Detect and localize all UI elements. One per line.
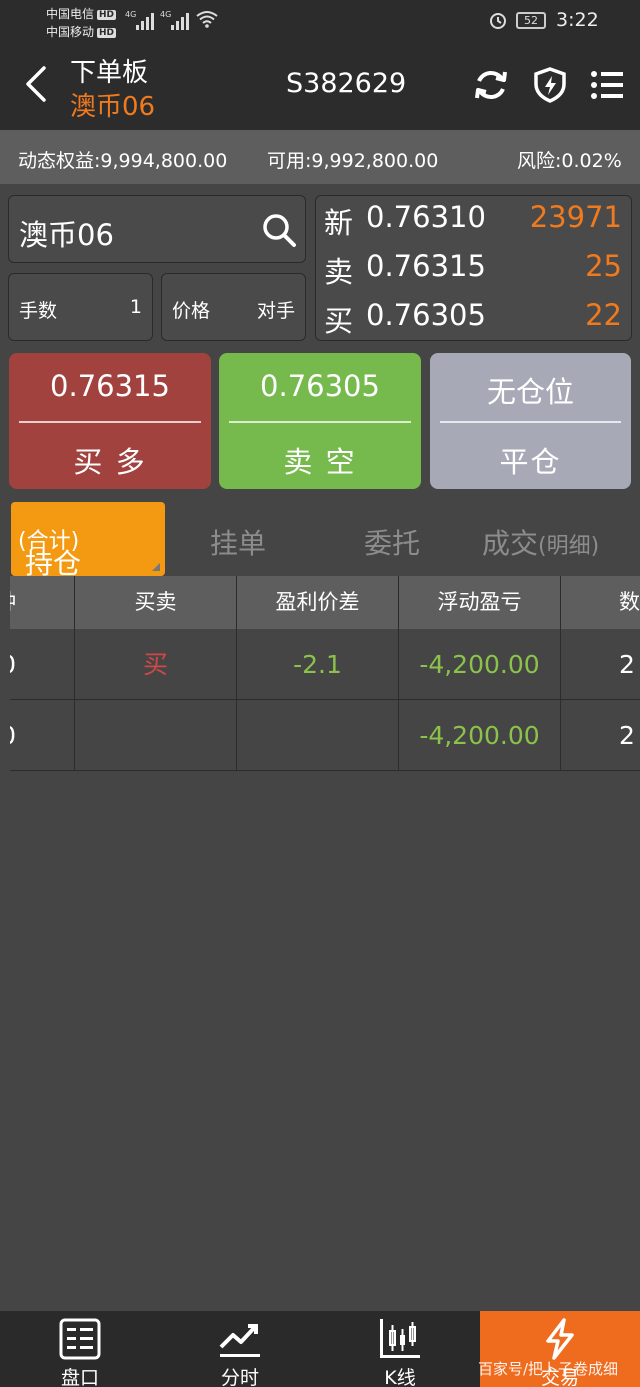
col-header: 种 <box>10 576 75 629</box>
network-type-2: 4G <box>160 10 172 19</box>
divider <box>229 421 411 423</box>
buy-label: 买 多 <box>73 445 147 479</box>
account-id: S382629 <box>286 68 407 99</box>
carrier-1: 中国电信 HD <box>46 7 117 21</box>
chevron-left-icon <box>26 66 46 102</box>
wifi-icon <box>196 10 218 33</box>
quote-ask: 卖 0.76315 25 <box>324 249 622 289</box>
sell-price: 0.76305 <box>260 369 380 403</box>
position-status: 无仓位 <box>486 375 574 409</box>
quote-panel: 新 0.76310 23971 卖 0.76315 25 买 0.76305 2… <box>315 195 632 341</box>
col-header: 浮动盈亏 <box>399 576 561 629</box>
symbol-name: 澳币06 <box>19 218 114 252</box>
order-book-icon <box>59 1318 101 1360</box>
sell-label: 卖 空 <box>283 445 357 479</box>
col-header: 数 <box>619 590 640 614</box>
refresh-button[interactable] <box>472 66 510 104</box>
buy-price: 0.76315 <box>50 369 170 403</box>
close-position-button[interactable]: 无仓位 平仓 <box>430 353 631 489</box>
page-title: 下单板 <box>70 58 149 88</box>
quantity-label: 手数 <box>19 300 58 322</box>
battery-indicator: 52 <box>516 12 546 29</box>
lightning-icon <box>546 1318 574 1360</box>
signal-icon <box>136 12 154 30</box>
risk-ratio: 风险:0.02% <box>517 150 622 172</box>
price-value: 对手 <box>256 300 295 322</box>
line-chart-icon <box>219 1324 260 1357</box>
network-type-1: 4G <box>125 10 137 19</box>
nav-timeshare[interactable]: 分时 <box>160 1311 320 1387</box>
menu-button[interactable] <box>588 66 626 104</box>
col-header: 盈利价差 <box>237 576 399 629</box>
table-row[interactable]: 0 买 -2.1 -4,200.00 2 <box>10 629 640 700</box>
carrier-2: 中国移动 HD <box>46 25 117 39</box>
clock: 3:22 <box>556 9 599 31</box>
quantity-value: 1 <box>129 296 142 318</box>
dropdown-corner-icon <box>152 563 160 571</box>
available-funds: 可用:9,992,800.00 <box>267 150 439 172</box>
search-icon[interactable] <box>261 212 297 248</box>
refresh-icon <box>475 71 507 99</box>
watermark: 百家号/把卜子卷成细 <box>478 1360 619 1378</box>
divider <box>440 421 621 423</box>
positions-table: 种 买卖 盈利价差 浮动盈亏 数 0 买 -2.1 -4,200.00 2 0 … <box>10 576 640 772</box>
table-header: 种 买卖 盈利价差 浮动盈亏 数 <box>10 576 640 629</box>
shield-button[interactable] <box>531 66 569 104</box>
table-row[interactable]: 0 -4,200.00 2 <box>10 700 640 771</box>
price-label: 价格 <box>172 300 211 322</box>
buy-long-button[interactable]: 0.76315 买 多 <box>9 353 211 489</box>
status-bar: 中国电信 HD 中国移动 HD 4G 4G 52 3:22 <box>0 0 640 44</box>
col-header: 买卖 <box>75 576 237 629</box>
quote-bid: 买 0.76305 22 <box>324 298 622 338</box>
symbol-selector[interactable]: 澳币06 <box>8 195 306 263</box>
nav-market[interactable]: 盘口 <box>0 1311 160 1387</box>
divider <box>19 421 201 423</box>
shield-icon <box>534 67 566 103</box>
quote-last: 新 0.76310 23971 <box>324 200 622 240</box>
close-label: 平仓 <box>499 445 562 479</box>
quantity-field[interactable]: 手数 1 <box>8 273 153 341</box>
nav-kline[interactable]: K线 <box>320 1311 480 1387</box>
alarm-icon <box>488 10 508 35</box>
page-subtitle: 澳币06 <box>70 92 156 122</box>
signal-icon-2 <box>171 12 189 30</box>
app-header: 下单板 澳币06 S382629 <box>0 44 640 130</box>
sell-short-button[interactable]: 0.76305 卖 空 <box>219 353 421 489</box>
candlestick-icon <box>380 1319 420 1358</box>
tab-positions[interactable]: 持仓 (合计) <box>11 502 165 580</box>
account-summary-bar: 动态权益:9,994,800.00 可用:9,992,800.00 风险:0.0… <box>0 130 640 184</box>
dynamic-equity: 动态权益:9,994,800.00 <box>18 150 228 172</box>
list-menu-icon <box>591 71 623 99</box>
back-button[interactable] <box>22 62 62 106</box>
price-field[interactable]: 价格 对手 <box>161 273 306 341</box>
